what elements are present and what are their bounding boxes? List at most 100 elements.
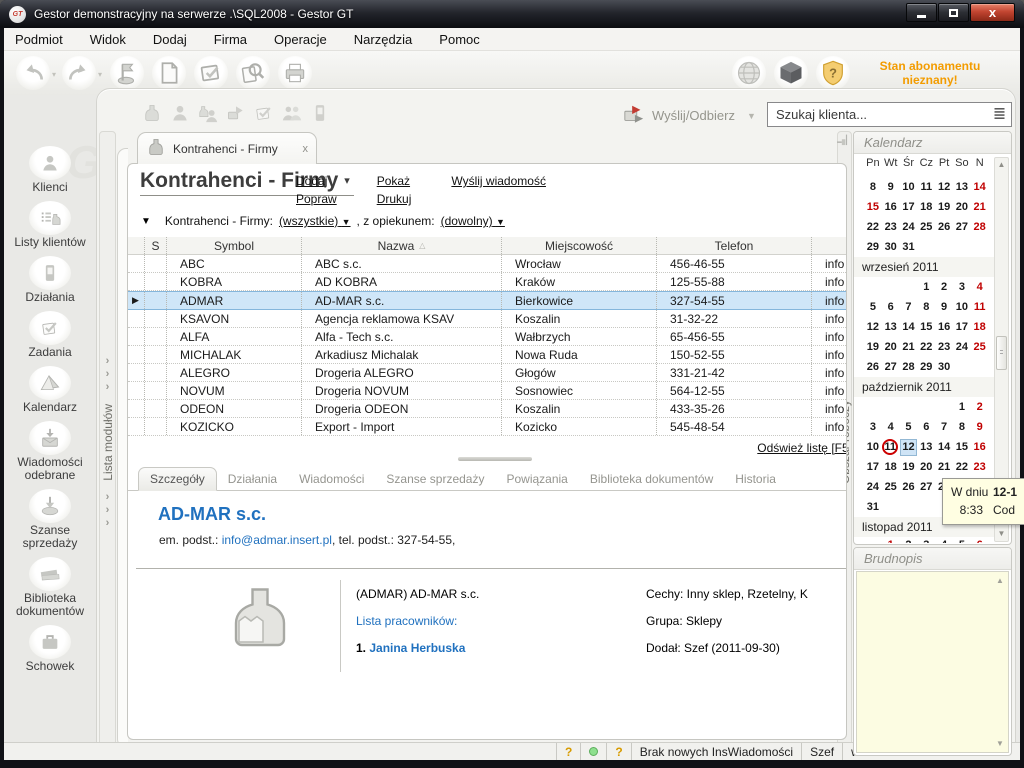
insmail-status-icon[interactable]: ? — [556, 743, 580, 760]
calendar-day[interactable]: 13 — [917, 439, 935, 455]
calendar-day[interactable]: 18 — [971, 319, 989, 335]
calendar-day[interactable]: 31 — [900, 239, 918, 255]
calendar-day[interactable]: 17 — [953, 319, 971, 335]
detail-tab-szanse-sprzedaży[interactable]: Szanse sprzedaży — [375, 468, 495, 490]
calendar-day[interactable]: 8 — [953, 419, 971, 435]
calendar-day[interactable]: 27 — [953, 219, 971, 235]
calendar-day[interactable]: 17 — [900, 199, 918, 215]
calendar-day[interactable]: 13 — [953, 179, 971, 195]
calendar-day[interactable]: 4 — [935, 537, 953, 543]
sidebar-item-działania[interactable]: Działania — [25, 256, 75, 304]
calendar-day[interactable]: 15 — [864, 199, 882, 215]
task-check-tool-icon[interactable] — [252, 101, 276, 125]
detail-email-link[interactable]: info@admar.insert.pl — [222, 533, 332, 547]
calendar-day[interactable]: 18 — [917, 199, 935, 215]
detail-tab-historia[interactable]: Historia — [724, 468, 787, 490]
find-icon[interactable] — [236, 56, 270, 90]
column-header-blank[interactable] — [128, 237, 145, 254]
scratchpad-textarea[interactable]: ▲ ▼ — [856, 571, 1009, 753]
calendar-day[interactable]: 16 — [971, 439, 989, 455]
detail-tab-działania[interactable]: Działania — [217, 468, 288, 490]
detail-tab-szczegóły[interactable]: Szczegóły — [138, 467, 217, 491]
calendar-day[interactable]: 25 — [971, 339, 989, 355]
calendar-day[interactable]: 8 — [864, 179, 882, 195]
calendar-day[interactable]: 12 — [935, 179, 953, 195]
calendar-day[interactable]: 9 — [935, 299, 953, 315]
menu-firma[interactable]: Firma — [214, 32, 247, 47]
calendar-day[interactable]: 5 — [900, 419, 918, 435]
calendar-day[interactable]: 6 — [917, 419, 935, 435]
table-row-kobra[interactable]: KOBRA AD KOBRA Kraków 125-55-88 info — [128, 273, 846, 291]
search-list-icon[interactable] — [992, 105, 1007, 125]
minimize-button[interactable] — [906, 3, 937, 22]
flag-icon[interactable] — [110, 56, 144, 90]
scratchpad-scrollbar[interactable]: ▲ ▼ — [993, 573, 1007, 751]
phone-tool-icon[interactable] — [308, 101, 332, 125]
edit-icon[interactable] — [194, 56, 228, 90]
close-button[interactable]: x — [970, 3, 1015, 22]
calendar-day[interactable]: 25 — [917, 219, 935, 235]
action-link-pokaż[interactable]: Pokaż — [377, 174, 412, 188]
calendar-day[interactable]: 7 — [900, 299, 918, 315]
calendar-day[interactable]: 2 — [900, 537, 918, 543]
calendar-day[interactable]: 19 — [900, 459, 918, 475]
column-header-blank[interactable] — [812, 237, 846, 254]
column-header-Miejscowość[interactable]: Miejscowość — [502, 237, 657, 254]
calendar-day[interactable]: 11 — [917, 179, 935, 195]
client-person-tool-icon[interactable] — [196, 101, 220, 125]
calendar-day[interactable]: 17 — [864, 459, 882, 475]
splitter-handle[interactable] — [458, 457, 532, 461]
action-link-drukuj[interactable]: Drukuj — [377, 192, 412, 206]
scroll-up-icon[interactable]: ▲ — [995, 158, 1008, 172]
calendar-day[interactable]: 3 — [953, 279, 971, 295]
calendar-day[interactable]: 22 — [917, 339, 935, 355]
calendar-day-selected[interactable]: 12 — [899, 438, 918, 456]
sidebar-item-schowek[interactable]: Schowek — [26, 625, 74, 673]
table-row-odeon[interactable]: ODEON Drogeria ODEON Koszalin 433-35-26 info — [128, 400, 846, 418]
action-link-popraw[interactable]: Popraw — [296, 192, 337, 206]
menu-widok[interactable]: Widok — [90, 32, 126, 47]
menu-operacje[interactable]: Operacje — [274, 32, 327, 47]
calendar-day[interactable]: 23 — [882, 219, 900, 235]
maximize-button[interactable] — [938, 3, 969, 22]
calendar-day[interactable]: 3 — [917, 537, 935, 543]
calendar-day[interactable]: 22 — [953, 459, 971, 475]
calendar-day[interactable]: 24 — [864, 479, 882, 495]
nav-forward-icon[interactable] — [62, 56, 96, 90]
module-list-strip[interactable]: › › › Lista modułów › › › — [99, 131, 116, 754]
calendar-day[interactable]: 30 — [882, 239, 900, 255]
calendar-day[interactable]: 6 — [882, 299, 900, 315]
column-header-Symbol[interactable]: Symbol — [167, 237, 302, 254]
column-header-Nazwa[interactable]: Nazwa △ — [302, 237, 502, 254]
sidebar-item-biblioteka-dokumentów[interactable]: Biblioteka dokumentów — [7, 557, 93, 618]
nav-back-icon[interactable] — [16, 56, 50, 90]
calendar-day[interactable]: 14 — [971, 179, 989, 195]
refresh-list-link[interactable]: Odśwież listę [F5] — [757, 441, 846, 455]
calendar-day[interactable]: 31 — [864, 499, 882, 515]
column-header-S[interactable]: S — [145, 237, 167, 254]
table-row-alfa[interactable]: ALFA Alfa - Tech s.c. Wałbrzych 65-456-55 in… — [128, 328, 846, 346]
calendar-day[interactable]: 3 — [864, 419, 882, 435]
connection-status-icon[interactable] — [580, 743, 606, 760]
calendar-day[interactable]: 27 — [917, 479, 935, 495]
scroll-down-icon[interactable]: ▼ — [993, 739, 1007, 748]
search-input[interactable] — [776, 107, 992, 122]
globe-icon[interactable] — [732, 56, 766, 90]
filter-dowolny-link[interactable]: (dowolny) ▼ — [441, 214, 505, 228]
calendar-day[interactable]: 19 — [864, 339, 882, 355]
help-shield-icon[interactable]: ? — [816, 56, 850, 90]
calendar-day[interactable]: 10 — [864, 439, 882, 455]
nav-back-dropdown-icon[interactable]: ▾ — [52, 70, 56, 79]
tab-kontrahenci-firmy[interactable]: Kontrahenci - Firmy x — [137, 132, 317, 164]
detail-tab-powiązania[interactable]: Powiązania — [495, 468, 578, 490]
calendar-day[interactable]: 16 — [935, 319, 953, 335]
calendar-day[interactable]: 9 — [882, 179, 900, 195]
pin-icon[interactable] — [836, 134, 850, 153]
help-status-icon[interactable]: ? — [606, 743, 630, 760]
calendar-day[interactable]: 28 — [900, 359, 918, 375]
send-action-tool-icon[interactable] — [224, 101, 248, 125]
calendar-day[interactable]: 28 — [971, 219, 989, 235]
calendar-day[interactable]: 2 — [935, 279, 953, 295]
calendar-day[interactable]: 14 — [935, 439, 953, 455]
calendar-day[interactable]: 26 — [935, 219, 953, 235]
